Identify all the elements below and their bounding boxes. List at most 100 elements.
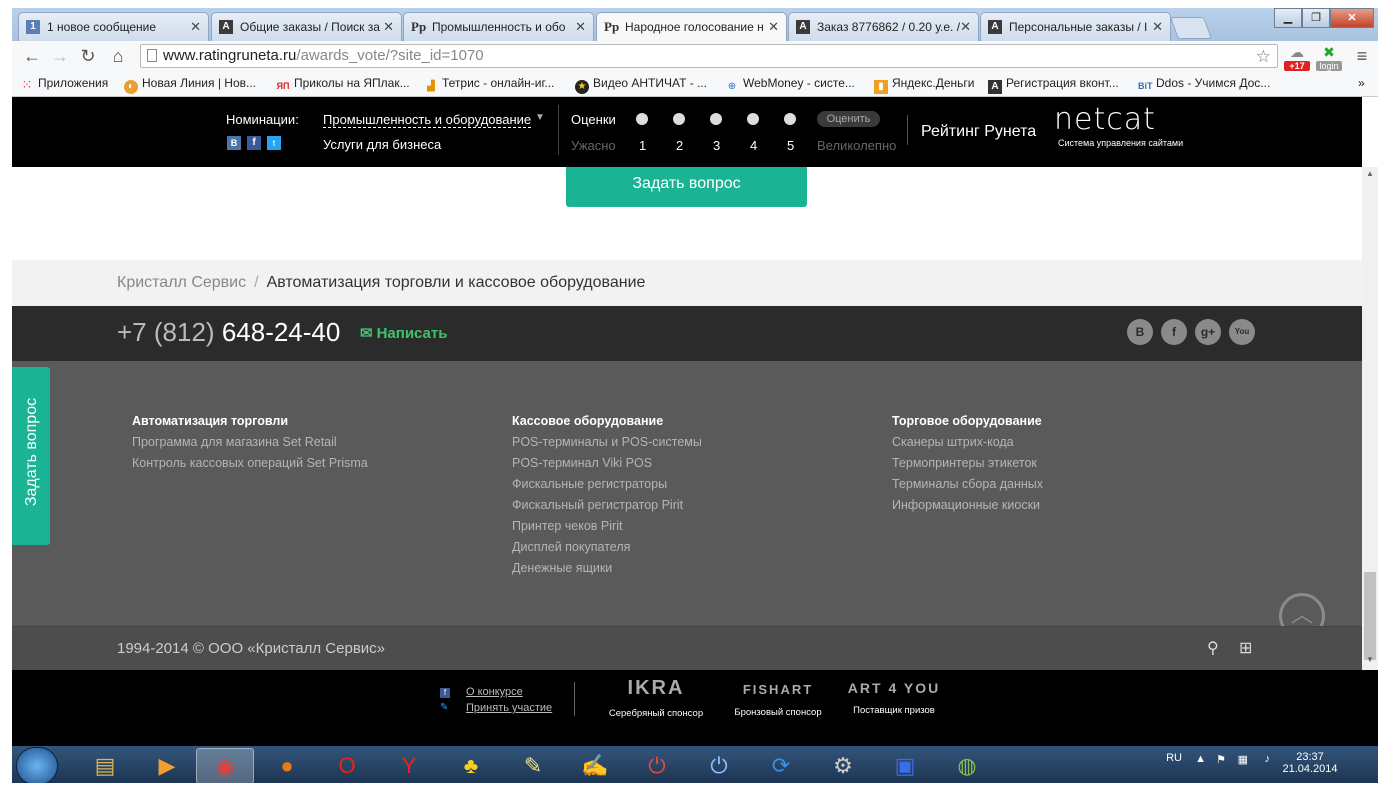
network-app-icon[interactable]: ◍ xyxy=(938,748,996,783)
footer-link[interactable]: Сканеры штрих-кода xyxy=(892,432,1043,453)
close-icon[interactable]: ✕ xyxy=(190,19,201,35)
login-extension-icon[interactable]: ✖ login xyxy=(1316,44,1342,71)
tab-1[interactable]: 11 новое сообщение ✕ xyxy=(18,12,209,41)
score-radio-4[interactable] xyxy=(747,113,759,125)
tab-2[interactable]: A Общие заказы / Поиск за ✕ xyxy=(211,12,402,41)
bookmarks-more[interactable]: » xyxy=(1358,76,1365,90)
score-radio-3[interactable] xyxy=(710,113,722,125)
maximize-button[interactable]: ❐ xyxy=(1302,8,1330,28)
reload-icon[interactable]: ↻ xyxy=(76,45,100,67)
firefox-icon[interactable]: ● xyxy=(258,748,316,783)
vk-icon[interactable]: B xyxy=(1127,319,1153,345)
opera-icon[interactable]: O xyxy=(318,748,376,783)
twitter-icon[interactable]: t xyxy=(267,136,281,150)
facebook-icon[interactable]: f xyxy=(1161,319,1187,345)
chevron-down-icon[interactable]: ▼ xyxy=(535,112,545,123)
language-indicator[interactable]: RU xyxy=(1166,752,1182,764)
footer-link[interactable]: Термопринтеры этикеток xyxy=(892,453,1043,474)
footer-link[interactable]: Дисплей покупателя xyxy=(512,537,702,558)
close-icon[interactable]: ✕ xyxy=(768,19,779,35)
game-icon[interactable]: ♣ xyxy=(442,748,500,783)
bookmark-item[interactable]: A Регистрация вконт... xyxy=(988,76,1119,94)
volume-icon[interactable]: ♪ xyxy=(1265,753,1271,765)
ask-question-button[interactable]: Задать вопрос xyxy=(566,167,807,207)
explorer-icon[interactable]: ▤ xyxy=(76,748,134,783)
clock[interactable]: 23:37 21.04.2014 xyxy=(1282,751,1338,775)
back-icon[interactable]: ← xyxy=(20,45,44,67)
sync-icon[interactable]: ⟳ xyxy=(752,748,810,783)
flag-icon[interactable]: ⚑ xyxy=(1216,753,1226,766)
close-icon[interactable]: ✕ xyxy=(1152,19,1163,35)
write-link[interactable]: ✉ Написать xyxy=(360,324,447,342)
mail-extension-icon[interactable]: ☁ +17 xyxy=(1284,44,1310,71)
score-radio-5[interactable] xyxy=(784,113,796,125)
scroll-up-icon[interactable]: ▲ xyxy=(1362,169,1378,183)
score-radio-2[interactable] xyxy=(673,113,685,125)
rating-runeta-brand[interactable]: Рейтинг Рунета xyxy=(921,123,1036,141)
start-button[interactable] xyxy=(16,747,58,783)
footer-link[interactable]: Фискальные регистраторы xyxy=(512,474,702,495)
footer-link[interactable]: POS-терминал Viki POS xyxy=(512,453,702,474)
yandex-browser-icon[interactable]: Y xyxy=(380,748,438,783)
nomination-secondary[interactable]: Услуги для бизнеса xyxy=(323,137,441,152)
bookmark-apps[interactable]: ⁙ Приложения xyxy=(20,76,109,92)
paint-icon[interactable]: ✎ xyxy=(504,748,562,783)
bookmark-item[interactable]: ▮ Яндекс.Деньги xyxy=(874,76,974,94)
sponsor-bronze[interactable]: FISHART Бронзовый спонсор xyxy=(728,677,828,718)
scroll-thumb[interactable] xyxy=(1364,572,1376,660)
sponsor-prizes[interactable]: ART 4 YOU Поставщик призов xyxy=(844,677,944,716)
footer-link[interactable]: POS-терминалы и POS-системы xyxy=(512,432,702,453)
sitemap-icon[interactable]: ⊞ xyxy=(1239,638,1252,658)
about-contest-link[interactable]: О конкурсе xyxy=(466,686,523,698)
footer-link[interactable]: Фискальный регистратор Pirit xyxy=(512,495,702,516)
chrome-icon[interactable]: ◉ xyxy=(196,748,254,783)
scrollbar[interactable]: ▲ ▼ xyxy=(1362,167,1378,671)
close-icon[interactable]: ✕ xyxy=(575,19,586,35)
participate-link[interactable]: Принять участие xyxy=(466,702,552,714)
bookmark-item[interactable]: ◐ Новая Линия | Нов... xyxy=(124,76,256,94)
media-player-icon[interactable]: ▶ xyxy=(138,748,196,783)
address-bar[interactable]: www.ratingruneta.ru/awards_vote/?site_id… xyxy=(140,44,1278,68)
bookmark-item[interactable]: ⊕ WebMoney - систе... xyxy=(725,76,855,94)
vk-icon[interactable]: B xyxy=(227,136,241,150)
shutdown-app-icon[interactable]: ⏻ xyxy=(628,748,686,783)
breadcrumb-company[interactable]: Кристалл Сервис xyxy=(117,274,246,291)
network-icon[interactable]: ▦ xyxy=(1238,753,1248,766)
footer-link[interactable]: Терминалы сбора данных xyxy=(892,474,1043,495)
side-ask-tab[interactable]: Задать вопрос xyxy=(12,367,50,545)
close-icon[interactable]: ✕ xyxy=(383,19,394,35)
minimize-button[interactable]: ▁ xyxy=(1274,8,1302,28)
bookmark-star-icon[interactable]: ☆ xyxy=(1256,46,1271,68)
close-window-button[interactable]: ✕ xyxy=(1330,8,1374,28)
scroll-down-icon[interactable]: ▼ xyxy=(1362,655,1378,669)
bookmark-item[interactable]: ★ Видео АНТИЧАТ - ... xyxy=(575,76,707,94)
footer-link[interactable]: Контроль кассовых операций Set Prisma xyxy=(132,453,368,474)
footer-link[interactable]: Информационные киоски xyxy=(892,495,1043,516)
close-icon[interactable]: ✕ xyxy=(960,19,971,35)
score-radio-1[interactable] xyxy=(636,113,648,125)
tab-5[interactable]: A Заказ 8776862 / 0.20 у.е. / ✕ xyxy=(788,12,979,41)
google-plus-icon[interactable]: g+ xyxy=(1195,319,1221,345)
bookmark-item[interactable]: ЯП Приколы на ЯПлак... xyxy=(276,76,410,93)
netcat-logo[interactable]: netcat xyxy=(1054,102,1156,137)
rate-button[interactable]: Оценить xyxy=(817,111,880,127)
tab-4-active[interactable]: Pp Народное голосование н ✕ xyxy=(596,12,787,42)
facebook-icon[interactable]: f xyxy=(247,136,261,150)
search-icon[interactable]: ⚲ xyxy=(1207,638,1219,658)
footer-link[interactable]: Принтер чеков Pirit xyxy=(512,516,702,537)
new-tab-button[interactable] xyxy=(1169,17,1213,39)
youtube-icon[interactable]: You xyxy=(1229,319,1255,345)
footer-link[interactable]: Денежные ящики xyxy=(512,558,702,579)
bookmark-item[interactable]: ▟ Тетрис - онлайн-иг... xyxy=(424,76,554,94)
menu-icon[interactable]: ≡ xyxy=(1350,45,1374,67)
tray-expand-icon[interactable]: ▲ xyxy=(1195,753,1206,765)
power-icon[interactable]: ⏻ xyxy=(690,748,748,783)
floppy-icon[interactable]: ▣ xyxy=(876,748,934,783)
forward-icon[interactable]: → xyxy=(48,45,72,67)
nomination-select[interactable]: Промышленность и оборудование xyxy=(323,112,532,128)
home-icon[interactable]: ⌂ xyxy=(106,45,130,67)
notepad-icon[interactable]: ✍ xyxy=(566,748,624,783)
tab-6[interactable]: A Персональные заказы / I ✕ xyxy=(980,12,1171,41)
steam-icon[interactable]: ⚙ xyxy=(814,748,872,783)
tab-3[interactable]: Pp Промышленность и обо ✕ xyxy=(403,12,594,41)
